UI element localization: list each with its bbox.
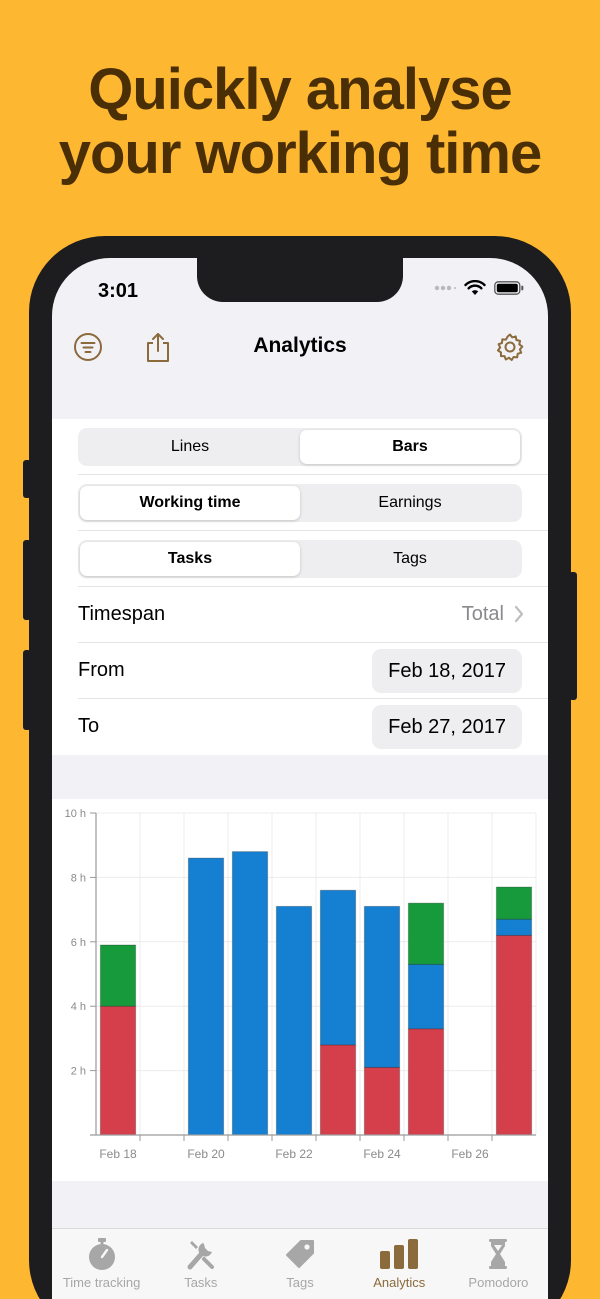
settings-button[interactable]: [493, 330, 527, 364]
metric-segmented-control: Working time Earnings: [78, 484, 522, 522]
bar-segment: [99, 1005, 137, 1136]
tag-icon: [286, 1240, 314, 1268]
chart-card: 2 h 4 h 6 h 8 h 10 h Feb 18 Feb 20 Feb 22 Feb 24…: [52, 799, 548, 1181]
timespan-label: Timespan: [78, 603, 166, 625]
tab-tags-label: Tags: [286, 1275, 314, 1290]
tab-tags[interactable]: Tags: [250, 1229, 349, 1299]
tab-analytics[interactable]: Analytics: [350, 1229, 449, 1299]
bar-segment: [187, 857, 225, 1136]
headline-line-1: Quickly analyse: [88, 57, 512, 122]
status-time: 3:01: [98, 280, 139, 302]
tab-time-tracking-label: Time tracking: [62, 1275, 141, 1290]
bar-segment: [495, 886, 533, 920]
headline: Quickly analyse your working time: [0, 58, 600, 186]
bar-segment: [407, 963, 445, 1030]
metric-row: Working time Earnings: [78, 475, 548, 531]
grouping-row: Tasks Tags: [78, 531, 548, 587]
segment-lines[interactable]: Lines: [80, 430, 300, 464]
y-tick-label: 6 h: [71, 937, 86, 949]
tab-tasks-label: Tasks: [184, 1275, 218, 1290]
analytics-settings-form: Lines Bars Working time Earnings Tasks T…: [52, 419, 548, 755]
to-row: To Feb 27, 2017: [78, 699, 548, 755]
stopwatch-icon: [88, 1238, 115, 1270]
gear-icon: [497, 333, 524, 361]
bar-segment: [363, 905, 401, 1068]
working-time-bar-chart: 2 h 4 h 6 h 8 h 10 h Feb 18 Feb 20 Feb 22 Feb 24…: [65, 808, 537, 1161]
x-tick-label: Feb 20: [187, 1147, 225, 1161]
from-date-picker[interactable]: Feb 18, 2017: [372, 649, 522, 693]
phone-screen: 3:01 Analytics Lines Bars Working time E…: [52, 258, 548, 1299]
segment-earnings[interactable]: Earnings: [300, 486, 520, 520]
bar-segment: [363, 1066, 401, 1136]
segment-tags[interactable]: Tags: [300, 542, 520, 576]
to-date-picker[interactable]: Feb 27, 2017: [372, 705, 522, 749]
grouping-segmented-control: Tasks Tags: [78, 540, 522, 578]
timespan-row[interactable]: Timespan Total: [78, 587, 548, 643]
chevron-right-icon: [514, 605, 524, 623]
bar-segment: [407, 902, 445, 965]
page-title: Analytics: [253, 334, 347, 357]
y-tick-label: 4 h: [71, 1001, 86, 1013]
segment-working-time[interactable]: Working time: [80, 486, 300, 520]
tab-pomodoro-label: Pomodoro: [468, 1275, 529, 1290]
navbar: Analytics: [52, 320, 548, 374]
x-tick-label: Feb 26: [451, 1147, 489, 1161]
bar-segment: [495, 918, 533, 936]
x-tick-label: Feb 24: [363, 1147, 401, 1161]
x-tick-label: Feb 18: [99, 1147, 137, 1161]
battery-icon: [494, 281, 524, 295]
from-label: From: [78, 659, 125, 681]
bar-segment: [275, 905, 313, 1136]
bar-segment: [319, 889, 357, 1046]
x-tick-label: Feb 22: [275, 1147, 313, 1161]
segment-bars[interactable]: Bars: [300, 430, 520, 464]
tab-tasks[interactable]: Tasks: [151, 1229, 250, 1299]
signal-dots-icon: [434, 285, 456, 291]
status-icons: [434, 280, 524, 296]
bar-segment: [99, 944, 137, 1007]
tab-pomodoro[interactable]: Pomodoro: [449, 1229, 548, 1299]
chart-style-row: Lines Bars: [78, 419, 548, 475]
from-row: From Feb 18, 2017: [78, 643, 548, 699]
tab-time-tracking[interactable]: Time tracking: [52, 1229, 151, 1299]
to-label: To: [78, 715, 100, 737]
bar-chart-icon: [380, 1239, 419, 1269]
bar-segment: [319, 1044, 357, 1136]
timespan-value: Total: [461, 603, 504, 625]
bar-segment: [495, 934, 533, 1136]
headline-line-2: your working time: [58, 121, 543, 186]
tools-icon: [187, 1241, 214, 1270]
y-tick-label: 2 h: [71, 1066, 86, 1078]
tab-analytics-label: Analytics: [373, 1275, 426, 1290]
y-tick-label: 10 h: [65, 808, 86, 820]
wifi-icon: [464, 280, 486, 295]
segment-tasks[interactable]: Tasks: [80, 542, 300, 576]
chart-style-segmented-control: Lines Bars: [78, 428, 522, 466]
notch: [197, 258, 403, 302]
y-tick-label: 8 h: [71, 872, 86, 884]
tab-bar: Time tracking Tasks Tags Analytics Pomod…: [52, 1228, 548, 1299]
bar-segment: [407, 1028, 445, 1136]
bar-segment: [231, 851, 269, 1136]
hourglass-icon: [489, 1239, 508, 1269]
